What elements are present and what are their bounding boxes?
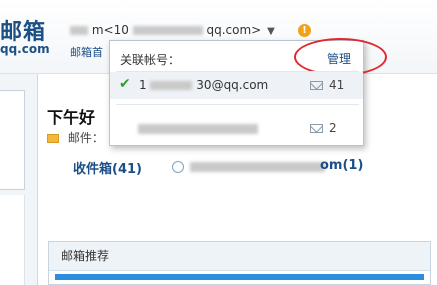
mail-home-link[interactable]: 邮箱首 [70,44,103,60]
account-dropdown: 关联帐号： 管理 ✔ 1 30@qq.com 41 2 [109,38,387,146]
unread-count: 2 [329,121,337,135]
warning-icon[interactable]: ! [298,24,311,37]
recommend-title: 邮箱推荐 [49,242,430,271]
recommend-bar [55,274,424,280]
account-suffix: qq.com> [206,23,262,37]
linked-accounts-title: 关联帐号： [120,53,181,67]
account-switcher[interactable]: m<10 qq.com> ▼ [70,23,275,37]
mail-summary: 邮件： [47,129,104,146]
unread-count: 41 [329,78,345,92]
envelope-icon [47,134,59,143]
account-email: 1 30@qq.com [139,78,268,92]
account-email-suffix: 30@qq.com [196,78,269,92]
account-email-blur [132,26,203,35]
mail-icon [310,81,323,90]
account-prefix: m<10 [91,23,129,37]
left-panel [0,90,25,190]
chevron-down-icon[interactable]: ▼ [267,26,275,37]
greeting: 下午好 [47,108,96,127]
dropdown-separator [116,104,359,105]
logo-sub: qq.com [0,42,50,56]
mail-icon [310,124,323,133]
account-row[interactable]: ✔ 1 30@qq.com 41 [110,72,363,99]
account-email-prefix: 1 [139,78,147,92]
inbox-account-blur [190,162,325,172]
account-email-blur [150,81,193,90]
inbox-tail[interactable]: om(1) [320,158,363,173]
check-icon: ✔ [119,76,131,92]
mail-label: 邮件： [67,131,104,145]
left-strip [0,195,25,285]
account-name-blur[interactable] [138,124,258,134]
inbox-link[interactable]: 收件箱(41) [73,158,142,177]
account-name-blur [70,26,88,35]
recommend-panel: 邮箱推荐 [48,241,431,285]
person-icon [172,161,184,173]
